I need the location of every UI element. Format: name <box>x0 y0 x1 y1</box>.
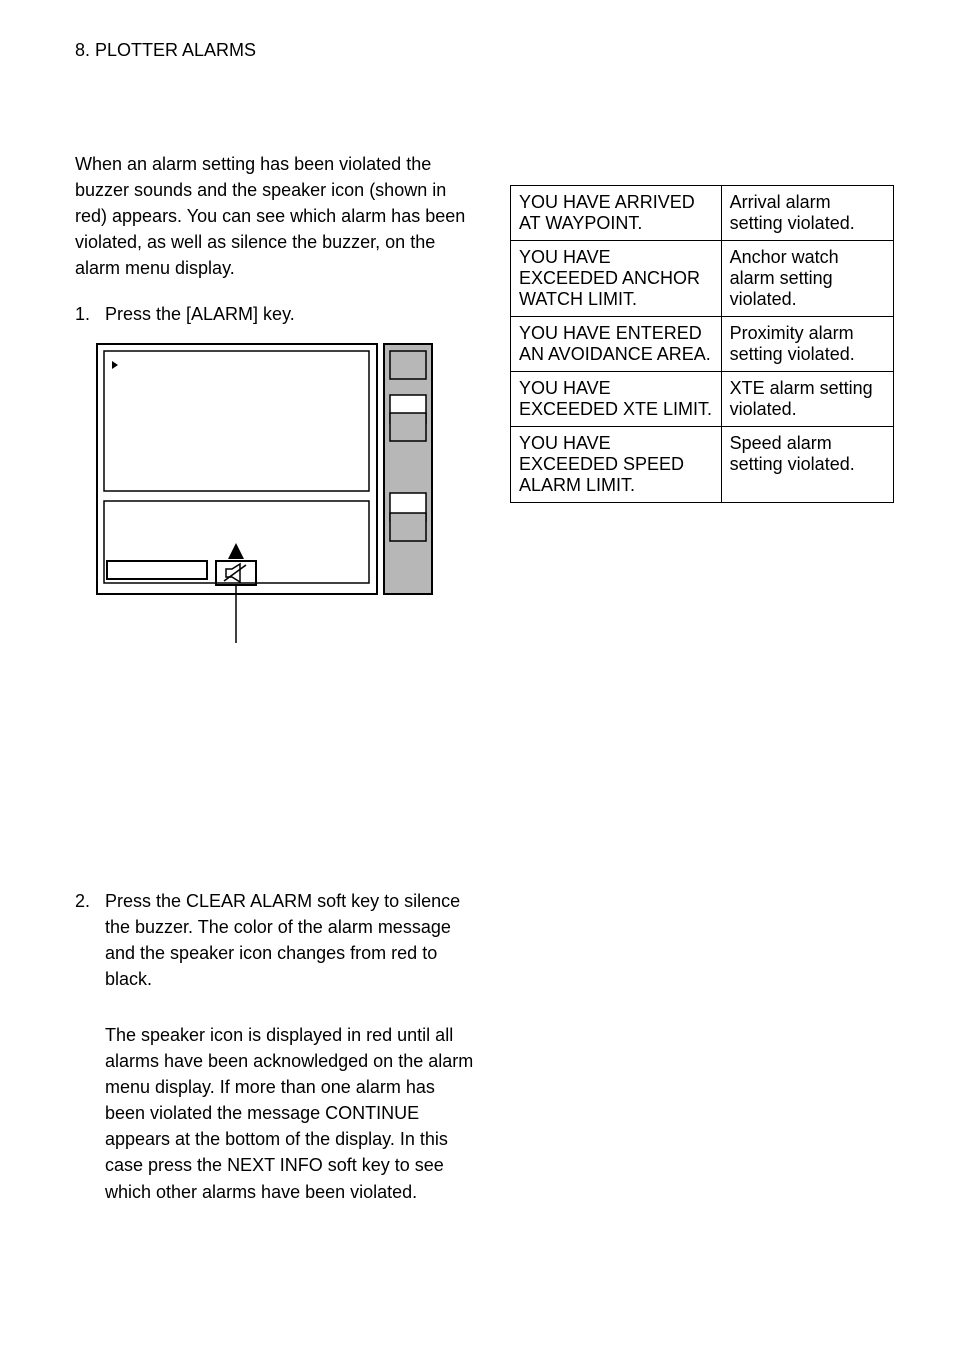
alarm-messages-table: YOU HAVE ARRIVED AT WAYPOINT. Arrival al… <box>510 159 894 503</box>
step-1-number: 1. <box>75 301 105 327</box>
left-column: When an alarm setting has been violated … <box>75 151 475 1205</box>
step-2: 2.Press the CLEAR ALARM soft key to sile… <box>75 888 475 992</box>
table-cell-message: YOU HAVE ARRIVED AT WAYPOINT. <box>511 186 722 241</box>
table-row: YOU HAVE EXCEEDED SPEED ALARM LIMIT. Spe… <box>511 427 894 503</box>
table-header-meaning <box>721 159 893 186</box>
table-cell-message: YOU HAVE EXCEEDED SPEED ALARM LIMIT. <box>511 427 722 503</box>
table-row: YOU HAVE EXCEEDED XTE LIMIT. XTE alarm s… <box>511 372 894 427</box>
columns: When an alarm setting has been violated … <box>75 151 894 1205</box>
table-cell-meaning: Anchor watch alarm setting violated. <box>721 241 893 317</box>
table-row: YOU HAVE EXCEEDED ANCHOR WATCH LIMIT. An… <box>511 241 894 317</box>
intro-paragraph: When an alarm setting has been violated … <box>75 151 475 281</box>
page: 8. PLOTTER ALARMS When an alarm setting … <box>0 0 954 1351</box>
table-header-message <box>511 159 722 186</box>
step-1-text: Press the [ALARM] key. <box>105 304 295 324</box>
table-cell-meaning: Arrival alarm setting violated. <box>721 186 893 241</box>
table-cell-meaning: XTE alarm setting violated. <box>721 372 893 427</box>
alarm-menu-diagram <box>96 343 436 658</box>
right-column: YOU HAVE ARRIVED AT WAYPOINT. Arrival al… <box>510 151 894 1205</box>
table-row: YOU HAVE ENTERED AN AVOIDANCE AREA. Prox… <box>511 317 894 372</box>
table-cell-message: YOU HAVE EXCEEDED XTE LIMIT. <box>511 372 722 427</box>
table-cell-meaning: Proximity alarm setting violated. <box>721 317 893 372</box>
note-paragraph: The speaker icon is displayed in red unt… <box>105 1022 475 1205</box>
step-2-number: 2. <box>75 888 105 914</box>
table-cell-message: YOU HAVE EXCEEDED ANCHOR WATCH LIMIT. <box>511 241 722 317</box>
table-row: YOU HAVE ARRIVED AT WAYPOINT. Arrival al… <box>511 186 894 241</box>
step-2-text: Press the CLEAR ALARM soft key to silenc… <box>105 891 460 989</box>
table-cell-meaning: Speed alarm setting violated. <box>721 427 893 503</box>
speaker-icon <box>216 561 256 585</box>
step-1: 1.Press the [ALARM] key. <box>75 301 475 327</box>
page-header: 8. PLOTTER ALARMS <box>75 40 894 61</box>
table-cell-message: YOU HAVE ENTERED AN AVOIDANCE AREA. <box>511 317 722 372</box>
